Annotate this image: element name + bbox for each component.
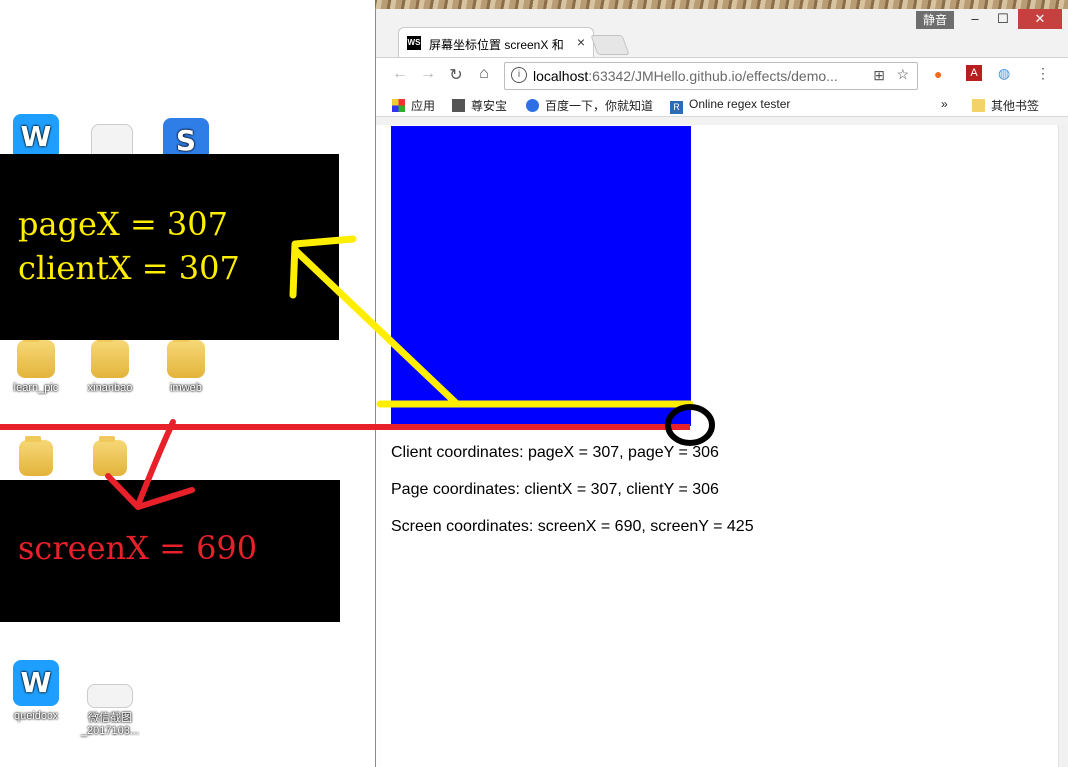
desktop: learn_pic xinanbao imweb queidocx 微信截图_2… [0,0,375,767]
bookmark-label: 百度一下，你就知道 [545,99,654,113]
bookmark-zunanbao[interactable]: 尊安宝 [452,97,507,114]
desktop-icon-label: queidocx [13,710,59,722]
desktop-icon-label: 微信截图_2017103... [80,712,140,737]
desktop-icon-imweb[interactable]: imweb [146,336,226,395]
bookmark-label: 尊安宝 [471,99,508,113]
desktop-icon-wechat-screenshot[interactable]: 微信截图_2017103... [70,684,150,738]
translate-icon[interactable]: ⊞ [873,67,885,84]
star-icon[interactable]: ☆ [896,66,909,83]
vertical-scrollbar[interactable] [1058,125,1068,767]
desktop-icon-label: xinanbao [87,382,133,394]
page-coordinates-text: Page coordinates: clientX = 307, clientY… [391,481,719,498]
maximize-button[interactable]: ☐ [988,9,1018,29]
new-tab-button[interactable] [590,35,630,55]
desktop-icon-folder-a[interactable] [0,436,76,476]
browser-window: WS 屏幕坐标位置 screenX 和 × 静音 – ☐ ✕ ← → ↻ ⌂ i… [375,9,1068,767]
url-text: localhost:63342/JMHello.github.io/effect… [533,68,838,84]
baidu-icon [526,99,539,112]
annotation-text-client-x: clientX = 307 [18,249,240,287]
pdf-icon[interactable]: A [966,65,982,81]
more-bookmarks-button[interactable]: » [941,97,948,111]
annotation-box-screen: screenX = 690 [0,480,340,622]
menu-dots-icon[interactable]: ⋮ [1036,65,1050,82]
bookmark-label: Online regex tester [689,97,791,111]
regex-icon: R [670,101,683,114]
bookmarks-bar: 应用 尊安宝 百度一下，你就知道 R Online regex tester » … [376,92,1068,117]
desktop-icon-queidocx[interactable]: queidocx [0,660,76,723]
extension-icon[interactable]: ● [934,66,942,82]
wps-icon [13,660,59,706]
bookmark-baidu[interactable]: 百度一下，你就知道 [526,97,653,114]
client-coordinates-text: Client coordinates: pageX = 307, pageY =… [391,444,719,461]
apps-icon [392,99,405,112]
folder-icon [93,436,127,476]
address-bar[interactable]: i localhost:63342/JMHello.github.io/effe… [504,62,918,90]
globe-icon[interactable]: ◍ [998,65,1010,82]
url-host: localhost [533,68,589,84]
folder-icon [91,336,129,378]
folder-icon [17,336,55,378]
info-icon[interactable]: i [511,67,527,83]
bookmark-label: 其他书签 [991,99,1040,113]
desktop-icon-xinanbao[interactable]: xinanbao [70,336,150,395]
bookmark-apps[interactable]: 应用 [392,97,435,114]
browser-chrome: WS 屏幕坐标位置 screenX 和 × 静音 – ☐ ✕ ← → ↻ ⌂ i… [376,9,1068,125]
webstorm-favicon-icon: WS [407,36,421,50]
desktop-icon-learn-pic[interactable]: learn_pic [0,336,76,395]
reload-icon[interactable]: ↻ [446,65,466,85]
desktop-icon-folder-b[interactable] [70,436,150,476]
bookmark-icon [452,99,465,112]
tab-close-icon[interactable]: × [577,34,585,50]
screen-coordinates-text: Screen coordinates: screenX = 690, scree… [391,518,754,535]
bookmark-regex[interactable]: R Online regex tester [670,97,790,114]
blue-square[interactable] [391,126,691,426]
bookmark-label: 应用 [411,99,436,113]
folder-icon [19,436,53,476]
tab-title: 屏幕坐标位置 screenX 和 [429,38,564,52]
forward-arrow-icon[interactable]: → [418,65,438,83]
home-icon[interactable]: ⌂ [474,65,494,83]
annotation-text-page-x: pageX = 307 [18,205,228,243]
desktop-icon-label: learn_pic [13,382,59,394]
other-bookmarks[interactable]: 其他书签 [972,97,1039,114]
desktop-icon-label: imweb [170,382,202,394]
url-path: :63342/JMHello.github.io/effects/demo... [588,68,838,84]
folder-icon [972,99,985,112]
folder-icon [167,336,205,378]
back-arrow-icon[interactable]: ← [390,65,410,83]
browser-toolbar: ← → ↻ ⌂ i localhost:63342/JMHello.github… [376,57,1068,92]
minimize-button[interactable]: – [960,9,990,29]
page-content: Client coordinates: pageX = 307, pageY =… [381,125,1057,767]
annotation-box-page-client: pageX = 307 clientX = 307 [0,154,339,340]
annotation-text-screen-x: screenX = 690 [18,529,258,567]
close-window-button[interactable]: ✕ [1018,9,1062,29]
browser-tab[interactable]: WS 屏幕坐标位置 screenX 和 × [398,27,594,58]
mute-badge[interactable]: 静音 [916,11,954,29]
image-file-icon [87,684,133,708]
